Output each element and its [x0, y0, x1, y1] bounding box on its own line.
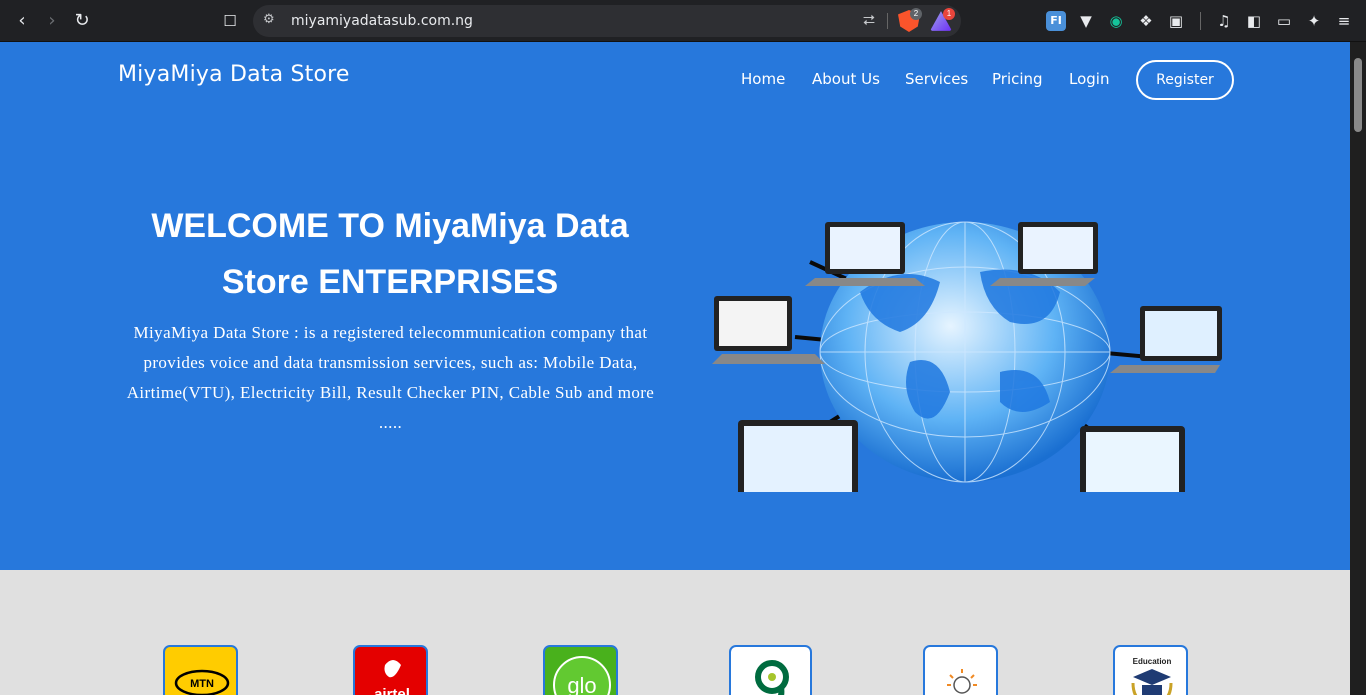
divider: [1200, 12, 1201, 30]
education-label: Education: [1133, 657, 1172, 666]
back-icon[interactable]: ‹: [10, 9, 34, 33]
url-text: miyamiyadatasub.com.ng: [291, 13, 473, 29]
laptop-bottom-left: [738, 420, 858, 492]
leo-ai-icon[interactable]: ✦: [1304, 11, 1324, 31]
page-scrollbar[interactable]: [1350, 42, 1366, 695]
glo-logo: glo: [553, 656, 611, 695]
education-card[interactable]: Education: [1113, 645, 1188, 695]
scrollbar-thumb[interactable]: [1354, 58, 1362, 132]
mtn-logo: MTN: [174, 669, 230, 695]
forward-icon[interactable]: ›: [40, 9, 64, 33]
site-logo[interactable]: MiyaMiya Data Store: [118, 62, 350, 87]
browser-toolbar: ‹ › ↻ ☐ ⚙ miyamiyadatasub.com.ng ⮂ 2 1 F…: [0, 0, 1366, 42]
airtel-logo: airtel: [374, 660, 410, 695]
address-bar[interactable]: ⚙ miyamiyadatasub.com.ng ⮂ 2 1: [253, 5, 961, 37]
shield-count-badge: 2: [910, 8, 922, 20]
reload-icon[interactable]: ↻: [70, 9, 94, 33]
wallet-icon[interactable]: ▭: [1274, 11, 1294, 31]
menu-icon[interactable]: ≡: [1334, 11, 1354, 31]
glo-card[interactable]: glo: [543, 645, 618, 695]
hero-headline: WELCOME TO MiyaMiya Data Store ENTERPRIS…: [151, 207, 629, 301]
nav-home[interactable]: Home: [741, 70, 785, 88]
reader-mode-icon[interactable]: ▣: [1166, 11, 1186, 31]
airtel-label: airtel: [374, 686, 410, 695]
nav-pricing[interactable]: Pricing: [992, 70, 1043, 88]
laptop-mid-right: [1110, 306, 1222, 373]
hero-section: MiyaMiya Data Store Home About Us Servic…: [0, 42, 1350, 570]
register-button[interactable]: Register: [1136, 60, 1234, 100]
mtn-label: MTN: [190, 678, 214, 690]
9mobile-card[interactable]: [729, 645, 812, 695]
mtn-card[interactable]: MTN: [163, 645, 238, 695]
electricity-card[interactable]: [923, 645, 998, 695]
divider: [887, 13, 888, 29]
glo-label: glo: [567, 673, 596, 695]
laptop-mid-left: [712, 296, 825, 364]
airtel-card[interactable]: airtel: [353, 645, 428, 695]
bookmark-icon[interactable]: ☐: [218, 9, 242, 33]
share-icon[interactable]: ⮂: [863, 11, 875, 29]
education-logo: Education: [1131, 657, 1173, 695]
nav-login[interactable]: Login: [1069, 70, 1109, 88]
network-globe-illustration: [712, 221, 1222, 492]
hero-description: MiyaMiya Data Store : is a registered te…: [126, 323, 655, 432]
rewards-count-badge: 1: [943, 8, 955, 20]
media-icon[interactable]: ♫: [1214, 11, 1234, 31]
grammarly-icon[interactable]: ◉: [1106, 11, 1126, 31]
web-page: MiyaMiya Data Store Home About Us Servic…: [0, 42, 1350, 695]
extensions-puzzle-icon[interactable]: ❖: [1136, 11, 1156, 31]
nav-about-us[interactable]: About Us: [812, 70, 880, 88]
site-info-icon[interactable]: ⚙: [263, 12, 275, 27]
nav-services[interactable]: Services: [905, 70, 968, 88]
extension-fi-icon[interactable]: FI: [1046, 11, 1066, 31]
sidebar-icon[interactable]: ◧: [1244, 11, 1264, 31]
9mobile-logo: [755, 660, 789, 695]
extension-v-icon[interactable]: ▼: [1076, 11, 1096, 31]
lightbulb-icon: [947, 669, 977, 694]
